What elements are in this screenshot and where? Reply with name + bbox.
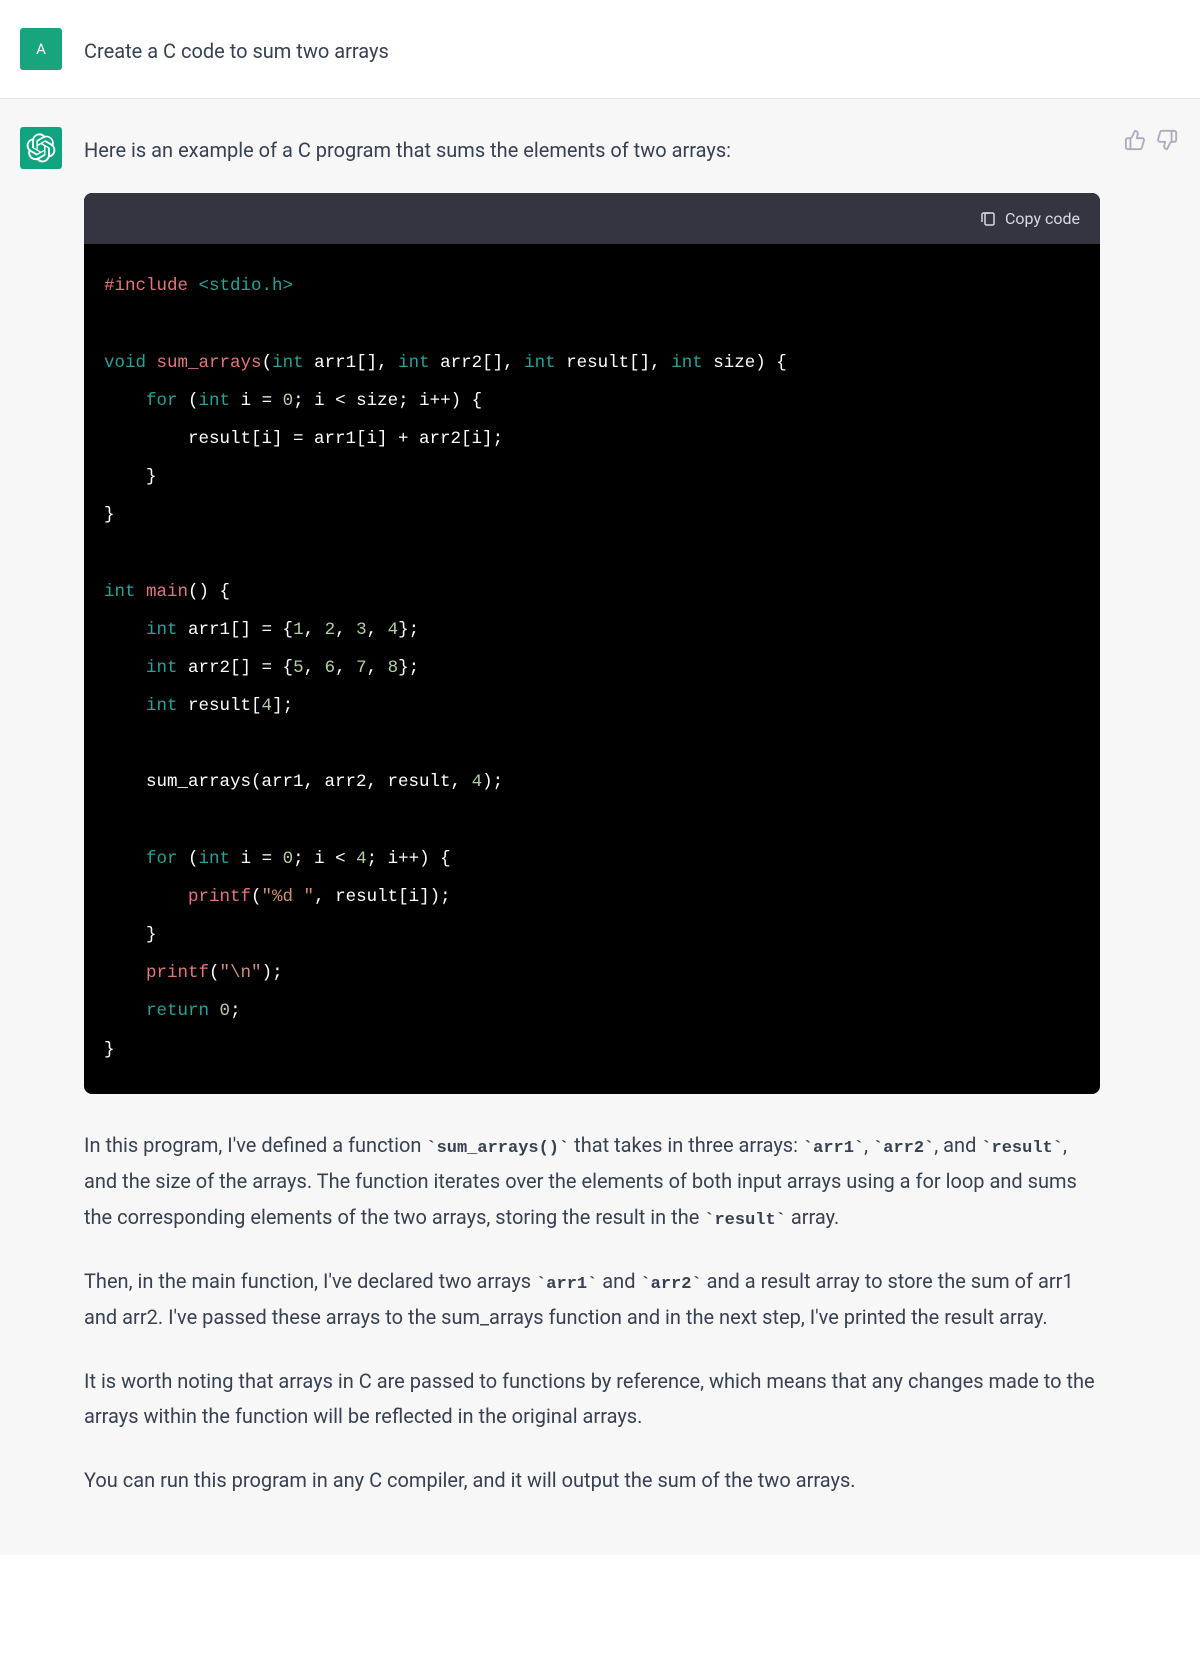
explanation-p3: It is worth noting that arrays in C are … [84, 1364, 1100, 1435]
assistant-message: Here is an example of a C program that s… [0, 99, 1200, 1555]
inline-code: `result` [704, 1211, 786, 1230]
assistant-avatar [20, 127, 62, 169]
inline-code: `arr1` [803, 1139, 864, 1158]
user-message-text: Create a C code to sum two arrays [84, 28, 1180, 70]
user-avatar: A [20, 28, 62, 70]
inline-code: `arr1` [536, 1275, 597, 1294]
feedback-buttons [1124, 129, 1178, 151]
explanation-p4: You can run this program in any C compil… [84, 1463, 1100, 1499]
openai-logo-icon [26, 133, 56, 163]
code-header: Copy code [84, 193, 1100, 244]
thumbs-down-button[interactable] [1156, 129, 1178, 151]
assistant-intro-text: Here is an example of a C program that s… [84, 133, 1100, 167]
copy-label: Copy code [1005, 205, 1080, 232]
thumbs-up-button[interactable] [1124, 129, 1146, 151]
clipboard-icon [979, 210, 997, 228]
thumbs-down-icon [1156, 129, 1178, 151]
inline-code: `sum_arrays()` [426, 1139, 569, 1158]
assistant-content: Here is an example of a C program that s… [84, 127, 1180, 1527]
user-message: A Create a C code to sum two arrays [0, 0, 1200, 99]
code-block: Copy code #include <stdio.h> void sum_ar… [84, 193, 1100, 1094]
inline-code: `arr2` [873, 1139, 934, 1158]
thumbs-up-icon [1124, 129, 1146, 151]
avatar-letter: A [36, 40, 46, 58]
inline-code: `result` [981, 1139, 1063, 1158]
explanation-p1: In this program, I've defined a function… [84, 1128, 1100, 1236]
explanation-p2: Then, in the main function, I've declare… [84, 1264, 1100, 1336]
inline-code: `arr2` [640, 1275, 701, 1294]
code-content[interactable]: #include <stdio.h> void sum_arrays(int a… [84, 244, 1100, 1094]
copy-code-button[interactable]: Copy code [979, 205, 1080, 232]
